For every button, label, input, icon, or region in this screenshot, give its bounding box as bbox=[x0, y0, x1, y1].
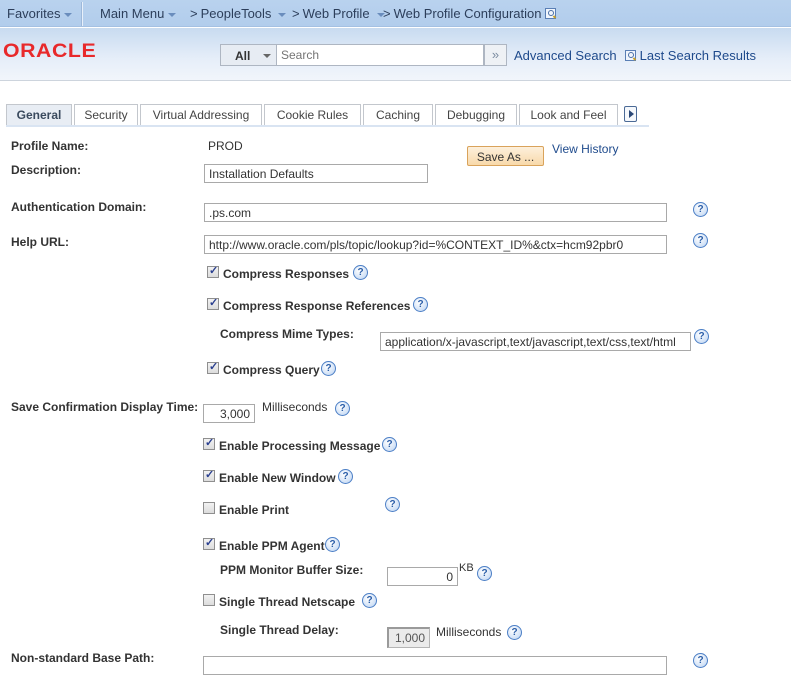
help-url-label: Help URL: bbox=[11, 235, 69, 249]
help-icon[interactable]: ? bbox=[321, 361, 336, 376]
chevron-down-icon bbox=[64, 12, 73, 17]
advanced-search-link[interactable]: Advanced Search bbox=[514, 48, 617, 63]
compress-responses-checkbox[interactable] bbox=[207, 264, 219, 278]
breadcrumb-label: Web Profile bbox=[302, 6, 370, 21]
chevron-down-icon bbox=[168, 12, 177, 17]
help-icon[interactable]: ? bbox=[362, 593, 377, 608]
tab-virtual-addressing[interactable]: Virtual Addressing bbox=[140, 104, 262, 125]
non-standard-base-path-field[interactable] bbox=[203, 656, 667, 675]
breadcrumb-peopletools[interactable]: > PeopleTools bbox=[184, 6, 287, 21]
breadcrumb-separator: > bbox=[190, 6, 198, 21]
help-url-field[interactable]: http://www.oracle.com/pls/topic/lookup?i… bbox=[204, 235, 667, 254]
help-icon[interactable]: ? bbox=[694, 329, 709, 344]
breadcrumb-current: > Web Profile Configuration bbox=[377, 6, 557, 21]
help-icon[interactable]: ? bbox=[477, 566, 492, 581]
save-as-button[interactable]: Save As ... bbox=[467, 146, 544, 166]
oracle-logo: ORACLE bbox=[3, 41, 97, 62]
compress-response-references-checkbox[interactable] bbox=[207, 296, 219, 310]
single-thread-netscape-label: Single Thread Netscape bbox=[219, 595, 356, 609]
breadcrumb-label: PeopleTools bbox=[200, 6, 272, 21]
chevron-down-icon bbox=[263, 54, 271, 58]
tab-security[interactable]: Security bbox=[74, 104, 138, 125]
ppm-monitor-buffer-size-field[interactable]: 0 bbox=[387, 567, 458, 586]
compress-responses-label: Compress Responses bbox=[223, 267, 350, 281]
search-page-icon[interactable] bbox=[545, 8, 557, 19]
compress-mime-types-field[interactable]: application/x-javascript,text/javascript… bbox=[380, 332, 691, 351]
milliseconds-unit: Milliseconds bbox=[436, 625, 502, 639]
help-icon[interactable]: ? bbox=[507, 625, 522, 640]
favorites-label: Favorites bbox=[7, 6, 61, 21]
single-thread-delay-label: Single Thread Delay: bbox=[220, 623, 339, 637]
breadcrumb-separator: > bbox=[292, 6, 300, 21]
tab-scroll-right-icon[interactable] bbox=[624, 106, 637, 122]
search-input[interactable] bbox=[276, 44, 484, 66]
milliseconds-unit: Milliseconds bbox=[262, 400, 328, 414]
compress-response-references-label: Compress Response References bbox=[223, 299, 411, 313]
enable-new-window-checkbox[interactable] bbox=[203, 468, 215, 482]
top-nav-bar: Favorites Main Menu > PeopleTools > Web Pr… bbox=[0, 0, 791, 27]
tab-look-and-feel[interactable]: Look and Feel bbox=[519, 104, 618, 125]
ppm-monitor-buffer-size-label: PPM Monitor Buffer Size: bbox=[220, 563, 364, 577]
description-field[interactable]: Installation Defaults bbox=[204, 164, 428, 183]
help-icon[interactable]: ? bbox=[693, 202, 708, 217]
help-icon[interactable]: ? bbox=[413, 297, 428, 312]
kb-unit: KB bbox=[459, 562, 474, 574]
tab-general[interactable]: General bbox=[6, 104, 72, 125]
tab-underline bbox=[6, 125, 649, 127]
help-icon[interactable]: ? bbox=[338, 469, 353, 484]
nav-divider bbox=[82, 2, 83, 26]
breadcrumb-label: Web Profile Configuration bbox=[393, 6, 542, 21]
enable-processing-message-checkbox[interactable] bbox=[203, 436, 215, 450]
help-icon[interactable]: ? bbox=[693, 233, 708, 248]
last-search-results-link[interactable]: Last Search Results bbox=[625, 48, 756, 63]
help-icon[interactable]: ? bbox=[385, 497, 400, 512]
compress-query-label: Compress Query bbox=[223, 363, 320, 377]
enable-print-checkbox[interactable] bbox=[203, 502, 215, 514]
description-label: Description: bbox=[11, 163, 82, 177]
enable-ppm-agent-label: Enable PPM Agent bbox=[219, 539, 325, 553]
compress-query-checkbox[interactable] bbox=[207, 360, 219, 374]
search-results-icon bbox=[625, 50, 636, 61]
profile-name-value: PROD bbox=[208, 139, 243, 153]
breadcrumb-web-profile[interactable]: > Web Profile bbox=[286, 6, 385, 21]
non-standard-base-path-label: Non-standard Base Path: bbox=[11, 651, 155, 665]
enable-new-window-label: Enable New Window bbox=[219, 471, 336, 485]
help-icon[interactable]: ? bbox=[353, 265, 368, 280]
breadcrumb-separator: > bbox=[383, 6, 391, 21]
main-menu[interactable]: Main Menu bbox=[100, 6, 177, 21]
search-scope-dropdown[interactable]: All bbox=[220, 44, 276, 66]
tab-caching[interactable]: Caching bbox=[363, 104, 433, 125]
search-scope-label: All bbox=[235, 49, 251, 63]
save-confirmation-time-label: Save Confirmation Display Time: bbox=[11, 400, 199, 414]
help-icon[interactable]: ? bbox=[325, 537, 340, 552]
help-icon[interactable]: ? bbox=[382, 437, 397, 452]
save-confirmation-time-field[interactable]: 3,000 bbox=[203, 404, 255, 423]
enable-processing-message-label: Enable Processing Message bbox=[219, 439, 381, 453]
authentication-domain-field[interactable]: .ps.com bbox=[204, 203, 667, 222]
help-icon[interactable]: ? bbox=[693, 653, 708, 668]
main-menu-label: Main Menu bbox=[100, 6, 165, 21]
profile-name-label: Profile Name: bbox=[11, 139, 89, 153]
single-thread-netscape-checkbox[interactable] bbox=[203, 594, 215, 606]
compress-mime-types-label: Compress Mime Types: bbox=[220, 327, 354, 341]
tab-debugging[interactable]: Debugging bbox=[435, 104, 517, 125]
view-history-link[interactable]: View History bbox=[552, 142, 618, 156]
tab-cookie-rules[interactable]: Cookie Rules bbox=[264, 104, 361, 125]
search-go-button[interactable]: » bbox=[484, 44, 507, 66]
header: ORACLE All » Advanced Search Last Search… bbox=[0, 28, 791, 81]
last-search-results-label: Last Search Results bbox=[639, 48, 756, 63]
help-icon[interactable]: ? bbox=[335, 401, 350, 416]
single-thread-delay-field: 1,000 bbox=[387, 627, 430, 648]
enable-ppm-agent-checkbox[interactable] bbox=[203, 536, 215, 550]
enable-print-label: Enable Print bbox=[219, 503, 290, 517]
authentication-domain-label: Authentication Domain: bbox=[11, 200, 147, 214]
favorites-menu[interactable]: Favorites bbox=[7, 6, 73, 21]
